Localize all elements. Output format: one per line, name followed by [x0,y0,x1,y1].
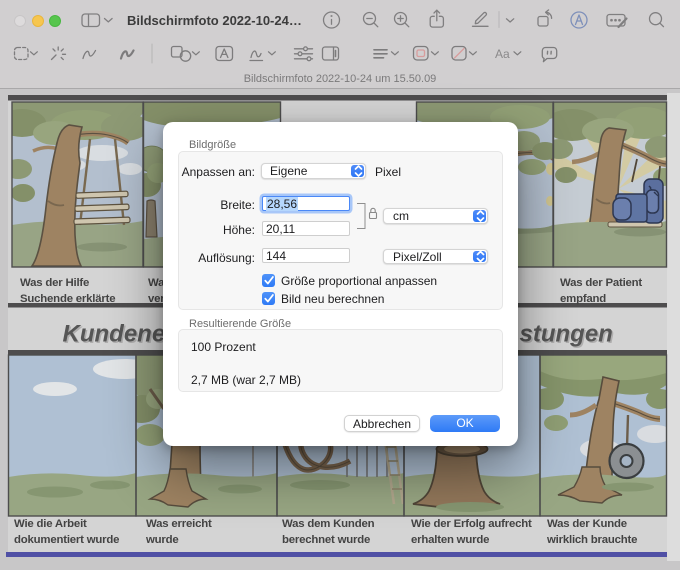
svg-text:Was dem Kunden: Was dem Kunden [282,518,375,530]
svg-text:Suchende erklärte: Suchende erklärte [20,293,115,305]
svg-text:berechnet wurde: berechnet wurde [282,534,370,546]
svg-text:Was der Kunde: Was der Kunde [547,518,627,530]
svg-text:wirklich brauchte: wirklich brauchte [546,534,637,546]
svg-text:wurde: wurde [145,534,179,546]
svg-text:Was erreicht: Was erreicht [146,518,212,530]
svg-text:empfand: empfand [560,293,606,305]
svg-text:Aa: Aa [495,47,510,61]
svg-text:erhalten wurde: erhalten wurde [411,534,489,546]
svg-text:Was der Hilfe: Was der Hilfe [20,277,89,289]
svg-text:dokumentiert wurde: dokumentiert wurde [14,534,119,546]
svg-text:Kundene: Kundene [63,321,166,348]
svg-text:Wie der Erfolg aufrecht: Wie der Erfolg aufrecht [411,518,532,530]
svg-text:stungen: stungen [520,321,613,348]
svg-text:Was der Patient: Was der Patient [560,277,642,289]
svg-text:Wie die Arbeit: Wie die Arbeit [14,518,87,530]
